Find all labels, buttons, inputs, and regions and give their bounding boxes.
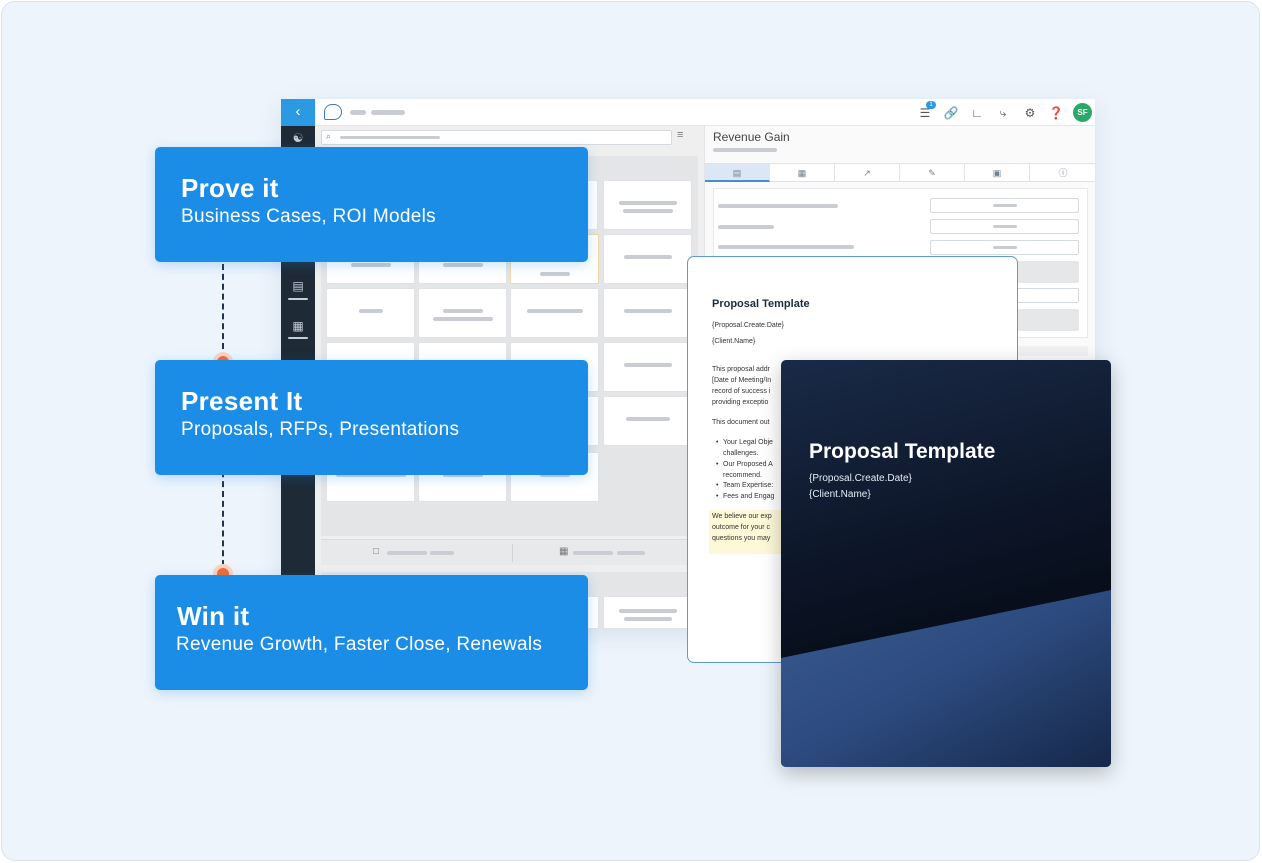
bullet-marker: • <box>716 493 719 500</box>
closing-line: outcome for your c <box>712 524 770 531</box>
sidebar-active-line <box>288 337 308 339</box>
placeholder-bar <box>713 148 777 152</box>
card-subtitle: Business Cases, ROI Models <box>181 206 436 227</box>
form-field[interactable] <box>930 240 1079 255</box>
proposal-cover: Proposal Template {Proposal.Create.Date}… <box>781 360 1111 767</box>
card-title: Present It <box>181 386 303 416</box>
paragraph-line: This proposal addr <box>712 366 770 373</box>
tab-image[interactable]: ▣ <box>965 164 1030 182</box>
prove-it-card: Prove it Business Cases, ROI Models <box>155 147 588 262</box>
grid-tile[interactable] <box>603 596 692 629</box>
win-it-card: Win it Revenue Growth, Faster Close, Ren… <box>155 575 588 690</box>
grid-tile[interactable] <box>603 342 692 392</box>
paragraph-line: providing exceptio <box>712 399 769 406</box>
outline-line: This document out <box>712 419 770 426</box>
placeholder-bar <box>617 551 645 555</box>
bullet-marker: • <box>716 461 719 468</box>
placeholder-bar <box>718 225 774 229</box>
placeholder-bar <box>387 551 427 555</box>
placeholder-bar <box>340 136 440 139</box>
placeholder-bar <box>350 110 366 115</box>
grid-tile[interactable] <box>603 396 692 446</box>
panel-title: Revenue Gain <box>713 130 790 144</box>
bullet-marker: • <box>716 439 719 446</box>
notification-badge: 1 <box>926 101 936 109</box>
grid-tile[interactable] <box>326 288 415 338</box>
tab-chart[interactable]: ↗ <box>835 164 900 182</box>
bullet-text: challenges. <box>723 450 759 457</box>
grid-tile[interactable] <box>603 180 692 230</box>
app-topbar: ‹ ☰ 1 🔗 ∟ ⤷ ⚙ ❓ SF <box>281 99 1095 126</box>
filter-icon[interactable]: ≡ <box>677 129 683 141</box>
tab-edit[interactable]: ✎ <box>900 164 965 182</box>
present-it-card: Present It Proposals, RFPs, Presentation… <box>155 360 588 475</box>
search-input[interactable]: ⌕ <box>321 130 672 145</box>
help-icon[interactable]: ❓ <box>1046 103 1066 123</box>
search-icon: ⌕ <box>326 131 332 141</box>
card-title: Win it <box>177 601 250 631</box>
tab-summary[interactable]: ▤ <box>705 164 770 182</box>
closing-line: questions you may <box>712 535 771 542</box>
app-logo-icon <box>324 104 342 120</box>
avatar[interactable]: SF <box>1073 103 1092 122</box>
chart-icon[interactable]: ∟ <box>967 103 987 123</box>
bullet-text: Fees and Engag <box>723 493 775 500</box>
bullet-marker: • <box>716 482 719 489</box>
share-icon[interactable]: ⤷ <box>993 103 1013 123</box>
back-button[interactable]: ‹ <box>281 99 315 126</box>
paragraph-line: [Date of Meeting/In <box>712 377 772 384</box>
card-subtitle: Revenue Growth, Faster Close, Renewals <box>176 634 543 655</box>
sidebar-active-line <box>288 298 308 300</box>
divider <box>512 544 513 562</box>
chevron-left-icon: ‹ <box>295 103 301 120</box>
closing-line: We believe our exp <box>712 513 772 520</box>
grid-tile[interactable] <box>510 288 599 338</box>
handshake-icon[interactable]: ☯ <box>290 130 306 146</box>
hero-illustration: ‹ ☰ 1 🔗 ∟ ⤷ ⚙ ❓ SF ☯ ▤ ▦ ⌕ ≡ □ ▦ Revenue… <box>1 1 1260 861</box>
placeholder-bar <box>718 245 854 249</box>
placeholder-bar <box>718 204 838 208</box>
card-title: Prove it <box>181 173 279 203</box>
document-title: Proposal Template <box>712 298 810 310</box>
form-field[interactable] <box>930 198 1079 213</box>
grid-icon[interactable]: ▦ <box>559 546 568 557</box>
form-field[interactable] <box>930 219 1079 234</box>
panel-tabs: ▤ ▦ ↗ ✎ ▣ ⓘ <box>705 163 1095 182</box>
cover-gradient-shape <box>781 590 1111 767</box>
placeholder-bar <box>573 551 613 555</box>
calculator-icon[interactable]: ▦ <box>290 318 306 334</box>
tab-info[interactable]: ⓘ <box>1030 164 1095 182</box>
card-subtitle: Proposals, RFPs, Presentations <box>181 419 460 440</box>
paragraph-line: record of success i <box>712 388 771 395</box>
cover-title: Proposal Template <box>809 440 996 463</box>
cover-date-token: {Proposal.Create.Date} <box>809 473 912 484</box>
document-icon[interactable]: ▤ <box>290 278 306 294</box>
bullet-text: recommend. <box>723 472 762 479</box>
placeholder-bar <box>430 551 454 555</box>
grid-tile[interactable] <box>603 288 692 338</box>
grid-footer: □ ▦ <box>321 539 698 565</box>
cover-client-token: {Client.Name} <box>809 489 871 500</box>
grid-tile[interactable] <box>603 234 692 284</box>
client-name-token: {Client.Name} <box>712 338 756 345</box>
placeholder-bar <box>371 110 405 115</box>
tab-table[interactable]: ▦ <box>770 164 835 182</box>
bullet-text: Our Proposed A <box>723 461 773 468</box>
grid-tile[interactable] <box>418 288 507 338</box>
bullet-text: Your Legal Obje <box>723 439 773 446</box>
create-date-token: {Proposal.Create.Date} <box>712 322 784 329</box>
link-icon[interactable]: 🔗 <box>941 103 961 123</box>
calendar-icon[interactable]: □ <box>373 546 379 557</box>
bullet-text: Team Expertise: <box>723 482 774 489</box>
gear-icon[interactable]: ⚙ <box>1020 103 1040 123</box>
